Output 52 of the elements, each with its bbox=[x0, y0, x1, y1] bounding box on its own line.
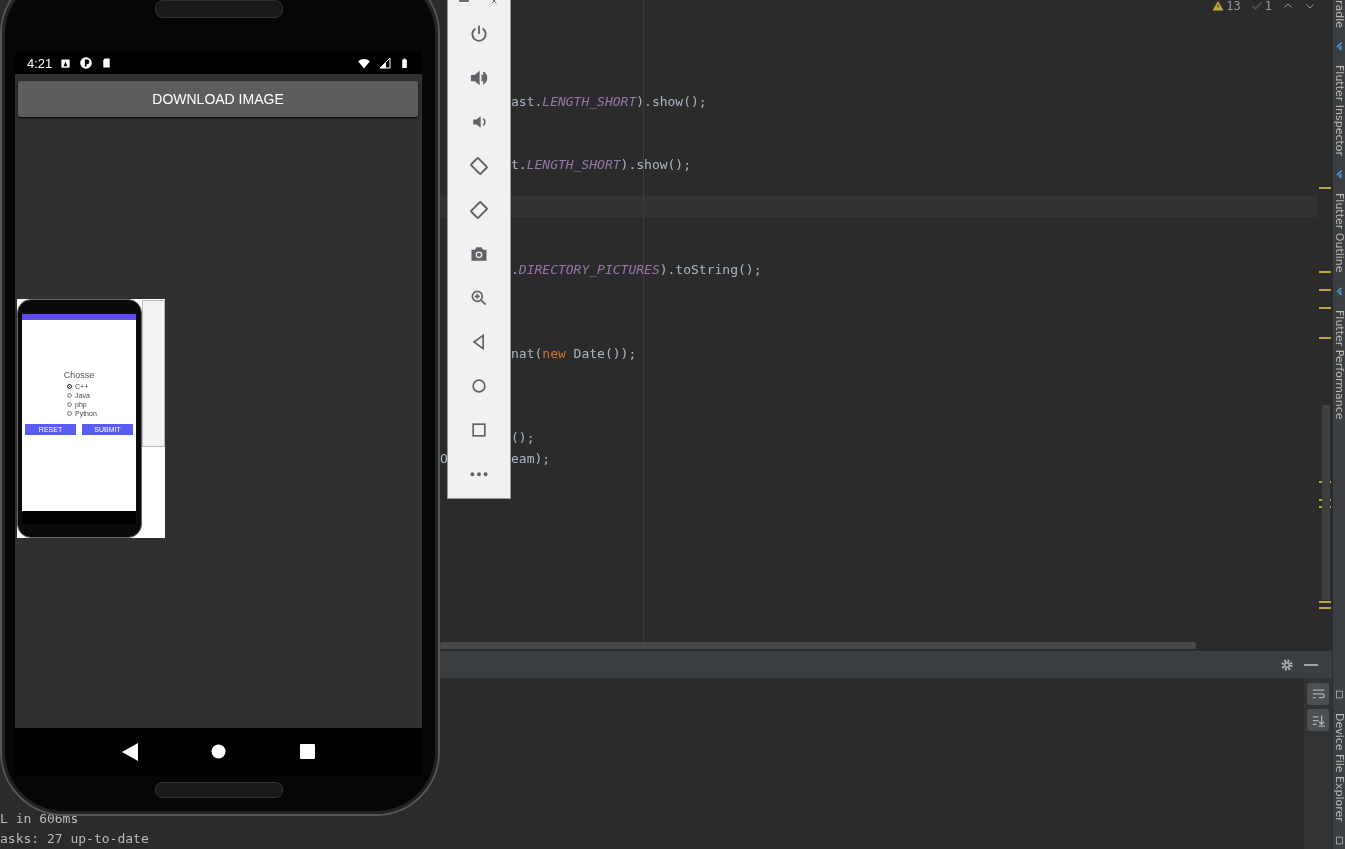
power-icon bbox=[469, 24, 489, 44]
status-time: 4:21 bbox=[27, 55, 53, 71]
code-line: .DIRECTORY_PICTURES).toString(); bbox=[511, 262, 762, 277]
weak-warning-count[interactable]: 1 bbox=[1264, 0, 1272, 13]
scrollbar-thumb[interactable] bbox=[1322, 405, 1330, 600]
scrollbar-thumb[interactable] bbox=[440, 642, 1196, 649]
code-line: ast.LENGTH_SHORT).show(); bbox=[511, 94, 707, 109]
home-button[interactable] bbox=[211, 744, 227, 759]
screen-title: Chosse bbox=[63, 370, 95, 380]
code-line: t.LENGTH_SHORT).show(); bbox=[511, 157, 692, 172]
overview-icon bbox=[469, 420, 489, 440]
overview-button[interactable] bbox=[300, 744, 316, 759]
rotate-right-icon bbox=[469, 200, 489, 220]
wifi-icon bbox=[357, 56, 371, 70]
warning-marker[interactable] bbox=[1319, 307, 1331, 309]
settings-icon bbox=[1280, 657, 1294, 672]
warning-marker[interactable] bbox=[1319, 337, 1331, 339]
notification-icon bbox=[60, 57, 72, 69]
warning-marker[interactable] bbox=[1319, 187, 1331, 189]
warning-count[interactable]: 13 bbox=[1226, 0, 1241, 13]
flutter-icon bbox=[1334, 42, 1344, 52]
console-line: L in 606ms bbox=[0, 810, 80, 828]
rotate-left-icon bbox=[469, 156, 489, 176]
check-icon bbox=[1250, 0, 1263, 12]
zoom-in-icon bbox=[469, 288, 489, 308]
back-button[interactable] bbox=[121, 742, 138, 761]
minimize-icon bbox=[459, 0, 469, 2]
signal-icon bbox=[379, 57, 391, 69]
device-icon bbox=[1334, 836, 1344, 845]
battery-icon bbox=[399, 55, 410, 71]
warning-marker[interactable] bbox=[1319, 601, 1331, 603]
volume-up-icon bbox=[469, 68, 489, 88]
flutter-icon bbox=[1334, 286, 1344, 296]
console-line: asks: 27 up-to-date bbox=[0, 830, 150, 848]
circle-logo-icon bbox=[79, 56, 94, 70]
home-icon bbox=[469, 376, 489, 396]
scroll-to-end-button[interactable] bbox=[1307, 709, 1329, 731]
flutter-icon bbox=[1334, 170, 1344, 180]
warning-marker[interactable] bbox=[1319, 271, 1331, 273]
more-icon bbox=[470, 471, 488, 477]
camera-icon bbox=[469, 244, 489, 264]
minimize-icon bbox=[1304, 663, 1318, 666]
code-fragment: O bbox=[440, 451, 448, 466]
sd-card-icon bbox=[101, 57, 113, 69]
warning-marker[interactable] bbox=[1319, 289, 1331, 291]
code-line: (); bbox=[511, 430, 535, 445]
download-button[interactable]: DOWNLOAD IMAGE bbox=[18, 81, 418, 117]
soft-wrap-button[interactable] bbox=[1307, 683, 1329, 705]
code-line: eam); bbox=[511, 451, 551, 466]
code-line: nat(new Date()); bbox=[511, 346, 637, 361]
warning-marker[interactable] bbox=[1319, 607, 1331, 609]
device-icon bbox=[1334, 690, 1344, 700]
